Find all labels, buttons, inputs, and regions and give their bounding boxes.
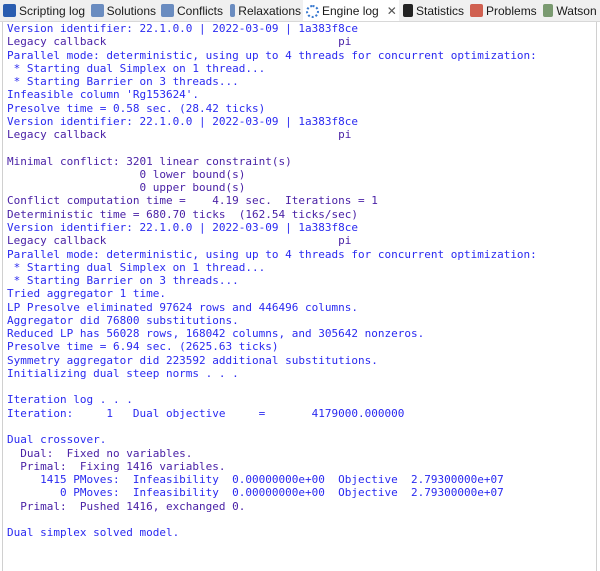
tab-label: Problems bbox=[486, 3, 537, 18]
log-line: * Starting Barrier on 3 threads... bbox=[7, 274, 239, 288]
engine-log-console[interactable]: Version identifier: 22.1.0.0 | 2022-03-0… bbox=[2, 22, 597, 571]
solutions-icon bbox=[91, 4, 104, 17]
tab-label: Solutions bbox=[106, 3, 156, 18]
engine-spinner-icon bbox=[306, 4, 319, 18]
log-line: * Starting dual Simplex on 1 thread... bbox=[7, 260, 266, 274]
log-line: 0 PMoves: Infeasibility 0.00000000e+00 O… bbox=[7, 486, 504, 500]
log-line: Legacy callback pi bbox=[7, 234, 352, 248]
log-line: 0 upper bound(s) bbox=[7, 181, 246, 195]
log-line: Reduced LP has 56028 rows, 168042 column… bbox=[7, 327, 425, 341]
tab-solutions[interactable]: Solutions bbox=[88, 0, 156, 21]
log-line: Infeasible column 'Rg153624'. bbox=[7, 88, 200, 102]
log-line: Conflict computation time = 4.19 sec. It… bbox=[7, 194, 378, 208]
statistics-icon bbox=[403, 4, 413, 17]
log-line: Dual crossover. bbox=[7, 433, 107, 447]
log-line: 1415 PMoves: Infeasibility 0.00000000e+0… bbox=[7, 473, 504, 487]
log-line: 0 lower bound(s) bbox=[7, 167, 246, 181]
log-line: Presolve time = 6.94 sec. (2625.63 ticks… bbox=[7, 340, 279, 354]
watson-icon bbox=[543, 4, 554, 17]
monitor-icon bbox=[3, 4, 16, 17]
tab-problems[interactable]: Problems bbox=[467, 0, 538, 21]
close-tab-icon[interactable]: ✕ bbox=[387, 4, 397, 18]
log-line: Iteration: 1 Dual objective = 4179000.00… bbox=[7, 406, 405, 420]
tab-label: Conflicts bbox=[177, 3, 224, 18]
tab-label: Relaxations bbox=[238, 3, 301, 18]
log-line: Tried aggregator 1 time. bbox=[7, 287, 166, 301]
tab-engine-log[interactable]: Engine log ✕ bbox=[303, 0, 399, 21]
log-line: Legacy callback pi bbox=[7, 35, 352, 49]
tab-scripting-log[interactable]: Scripting log bbox=[0, 0, 86, 21]
log-line: LP Presolve eliminated 97624 rows and 44… bbox=[7, 300, 358, 314]
engine-log-output: Version identifier: 22.1.0.0 | 2022-03-0… bbox=[3, 22, 596, 539]
log-line: Version identifier: 22.1.0.0 | 2022-03-0… bbox=[7, 114, 358, 128]
log-line: * Starting Barrier on 3 threads... bbox=[7, 75, 239, 89]
relaxations-icon bbox=[230, 4, 236, 17]
log-line: Version identifier: 22.1.0.0 | 2022-03-0… bbox=[7, 220, 358, 234]
log-line: Aggregator did 76800 substitutions. bbox=[7, 313, 239, 327]
log-line: Dual: Fixed no variables. bbox=[7, 446, 193, 460]
tab-label: Watson M bbox=[556, 3, 600, 18]
log-line: Primal: Pushed 1416, exchanged 0. bbox=[7, 499, 246, 513]
log-line: Parallel mode: deterministic, using up t… bbox=[7, 247, 537, 261]
log-line: * Starting dual Simplex on 1 thread... bbox=[7, 61, 266, 75]
problems-icon bbox=[470, 4, 483, 17]
log-line: Version identifier: 22.1.0.0 | 2022-03-0… bbox=[7, 22, 358, 35]
tab-label: Engine log bbox=[322, 4, 379, 18]
log-line: Symmetry aggregator did 223592 additiona… bbox=[7, 353, 378, 367]
log-line: Presolve time = 0.58 sec. (28.42 ticks) bbox=[7, 101, 266, 115]
conflicts-icon bbox=[161, 4, 174, 17]
tab-label: Statistics bbox=[415, 3, 464, 18]
log-line: Iteration log . . . bbox=[7, 393, 133, 407]
log-line: Dual simplex solved model. bbox=[7, 526, 180, 540]
log-line: Legacy callback pi bbox=[7, 128, 352, 142]
log-line: Minimal conflict: 3201 linear constraint… bbox=[7, 154, 292, 168]
tab-statistics[interactable]: Statistics bbox=[400, 0, 464, 21]
log-line: Deterministic time = 680.70 ticks (162.5… bbox=[7, 207, 358, 221]
tab-relaxations[interactable]: Relaxations bbox=[227, 0, 301, 21]
tab-label: Scripting log bbox=[19, 3, 86, 18]
log-line: Primal: Fixing 1416 variables. bbox=[7, 459, 226, 473]
log-line: Parallel mode: deterministic, using up t… bbox=[7, 48, 537, 62]
tab-watson-m[interactable]: Watson M bbox=[540, 0, 600, 21]
view-tab-bar: Scripting log Solutions Conflicts Relaxatio… bbox=[0, 0, 600, 22]
log-line: Initializing dual steep norms . . . bbox=[7, 366, 239, 380]
tab-conflicts[interactable]: Conflicts bbox=[158, 0, 225, 21]
